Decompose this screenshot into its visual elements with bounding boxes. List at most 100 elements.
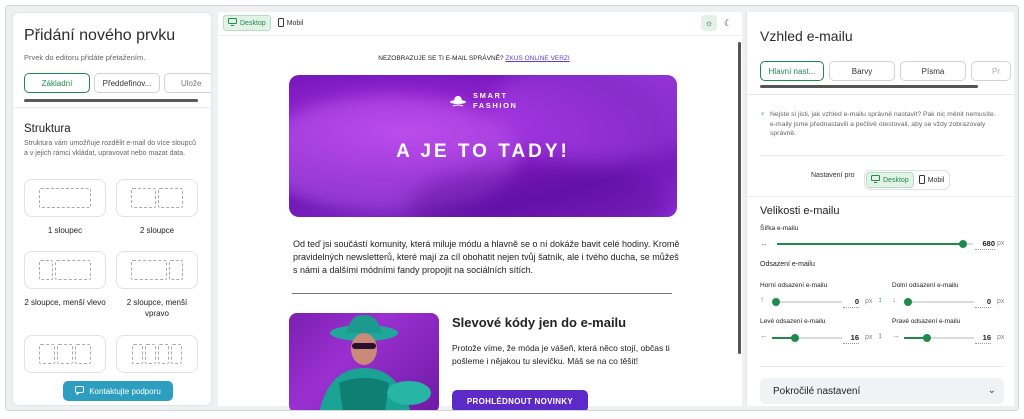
width-value[interactable]: 680: [975, 239, 995, 250]
email-canvas: Desktop Mobil ☼ ☾ NEZOBRAZUJE SE TI E-MA…: [218, 12, 742, 410]
bottom-padding-handle[interactable]: [904, 298, 912, 306]
tab-colors[interactable]: Barvy: [829, 61, 895, 81]
tip-text: Nejste si jisti, jak vzhled e-mailu sprá…: [770, 111, 996, 137]
layout-one-column[interactable]: [24, 179, 106, 217]
sun-icon[interactable]: ☼: [701, 15, 717, 31]
layout-two-columns-smaller-left[interactable]: [24, 251, 106, 289]
panel-title: Přidání nového prvku: [24, 27, 176, 44]
width-arrows-icon: ↔: [760, 239, 768, 248]
appearance-tabs: Hlavní nast... Barvy Písma Pr: [760, 61, 1011, 81]
product-title[interactable]: Slevové kódy jen do e-mailu: [452, 315, 626, 330]
desktop-settings-button[interactable]: Desktop: [866, 172, 914, 188]
theme-switch: ☼ ☾: [701, 15, 736, 31]
panel-subtitle: Prvek do editoru přidáte přetažením.: [24, 53, 146, 62]
tab-main-settings[interactable]: Hlavní nast...: [760, 61, 824, 81]
size-heading: Velikosti e-mailu: [760, 205, 840, 217]
chat-icon: [75, 385, 85, 397]
right-padding-unit: px: [997, 334, 1005, 341]
tab-basic[interactable]: Základní: [24, 73, 90, 93]
mobile-view-button[interactable]: Mobil: [274, 15, 308, 31]
column-placeholder: [75, 344, 91, 364]
mobile-label: Mobil: [927, 176, 945, 184]
view-mode-switch: Desktop Mobil: [223, 15, 307, 31]
bottom-padding-label: Dolní odsazení e-mailu: [892, 282, 959, 289]
brand-name: SMART FASHION: [473, 91, 518, 111]
desktop-view-button[interactable]: Desktop: [223, 15, 271, 31]
support-label: Kontaktujte podporu: [89, 386, 161, 396]
brand-line: FASHION: [473, 101, 518, 110]
arrow-up-icon: ↑: [760, 295, 764, 304]
tab-fonts[interactable]: Písma: [900, 61, 966, 81]
tab-predefined[interactable]: Předdefinov...: [94, 73, 160, 93]
advanced-settings-accordion[interactable]: Pokročilé nastavení ⌄: [760, 378, 1004, 404]
arrow-left-icon: ←: [760, 331, 768, 340]
column-placeholder: [145, 344, 156, 364]
column-placeholder: [158, 344, 169, 364]
column-placeholder: [131, 260, 167, 280]
mobile-settings-button[interactable]: Mobil: [915, 172, 949, 188]
layout-four-columns[interactable]: [116, 335, 198, 373]
arrow-right-icon: →: [892, 331, 900, 340]
element-tabs: Základní Předdefinov... Ulože: [24, 73, 211, 93]
add-element-panel: Přidání nového prvku Prvek do editoru př…: [12, 12, 212, 406]
right-padding-fill: [904, 337, 925, 339]
bottom-padding-slider[interactable]: [904, 301, 974, 303]
canvas-scrollbar[interactable]: [738, 42, 741, 354]
appearance-tip: ♀ Nejste si jisti, jak vzhled e-mailu sp…: [760, 110, 1000, 139]
layout-label: 2 sloupce, menší vpravo: [126, 298, 188, 318]
phone-icon: [918, 174, 925, 186]
desktop-label: Desktop: [240, 19, 266, 27]
column-placeholder: [57, 344, 73, 364]
left-padding-handle[interactable]: [791, 334, 799, 342]
divider: [747, 196, 1014, 197]
tab-saved[interactable]: Ulože: [164, 73, 211, 93]
bottom-padding-unit: px: [997, 298, 1005, 305]
top-padding-value[interactable]: 0: [843, 297, 859, 308]
layout-two-columns-smaller-right[interactable]: [116, 251, 198, 289]
settings-for-label: Nastavení pro: [811, 172, 855, 179]
top-padding-label: Horní odsazení e-mailu: [760, 282, 828, 289]
layout-three-columns[interactable]: [24, 335, 106, 373]
intro-paragraph[interactable]: Od teď jsi součástí komunity, která milu…: [293, 238, 683, 277]
hero-banner[interactable]: SMART FASHION A JE TO TADY!: [289, 75, 677, 217]
tabs-scrollbar[interactable]: [760, 85, 978, 88]
link-icon[interactable]: ↕: [878, 295, 882, 304]
right-padding-value[interactable]: 16: [975, 333, 991, 344]
layout-two-columns[interactable]: [116, 179, 198, 217]
column-placeholder: [55, 260, 91, 280]
layout-label: 2 sloupce, menší vlevo: [24, 298, 106, 307]
column-placeholder: [131, 188, 156, 208]
divider: [747, 94, 1014, 95]
moon-icon[interactable]: ☾: [720, 15, 736, 31]
brand-line: SMART: [473, 91, 508, 100]
bottom-padding-value[interactable]: 0: [975, 297, 991, 308]
desktop-label: Desktop: [883, 176, 909, 184]
lightbulb-icon: ♀: [760, 111, 766, 118]
chevron-down-icon: ⌄: [987, 385, 996, 396]
link-icon[interactable]: ↕: [878, 331, 882, 340]
right-padding-handle[interactable]: [923, 334, 931, 342]
left-padding-value[interactable]: 16: [843, 333, 859, 344]
browse-news-button[interactable]: PROHLÉDNOUT NOVINKY: [452, 390, 588, 410]
column-placeholder: [158, 188, 183, 208]
product-text[interactable]: Protože víme, že móda je vášeň, která ně…: [452, 342, 682, 367]
contact-support-button[interactable]: Kontaktujte podporu: [63, 381, 173, 401]
width-slider-handle[interactable]: [959, 240, 967, 248]
arrow-down-icon: ↓: [892, 295, 896, 304]
layout-label: 2 sloupce: [139, 226, 175, 235]
device-switch: Desktop Mobil: [864, 170, 951, 190]
column-placeholder: [169, 260, 183, 280]
right-padding-label: Pravé odsazení e-mailu: [892, 318, 961, 325]
divider-line[interactable]: [292, 293, 672, 294]
width-slider-fill: [777, 243, 963, 245]
column-placeholder: [132, 344, 143, 364]
fashion-photo[interactable]: [289, 313, 439, 410]
online-version-link[interactable]: ZKUS ONLINE VERZI: [505, 55, 569, 62]
mobile-label: Mobil: [286, 19, 304, 27]
top-padding-handle[interactable]: [772, 298, 780, 306]
structure-heading: Struktura: [24, 123, 71, 135]
tabs-scrollbar[interactable]: [24, 99, 198, 102]
tab-more[interactable]: Pr: [971, 61, 1011, 81]
left-padding-unit: px: [865, 334, 873, 341]
top-padding-slider[interactable]: [772, 301, 842, 303]
